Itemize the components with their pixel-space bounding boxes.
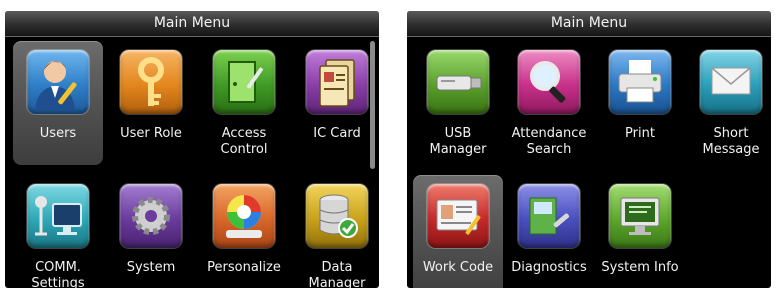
- menu-item-system-info[interactable]: System Info: [595, 175, 685, 288]
- scrollbar[interactable]: [370, 41, 375, 169]
- users-icon: [27, 50, 89, 114]
- diagnostics-icon: [518, 184, 580, 248]
- id-card-icon: [427, 184, 489, 248]
- menu-item-personalize[interactable]: Personalize: [199, 175, 289, 288]
- system-info-icon: [609, 184, 671, 248]
- database-icon: [306, 184, 368, 248]
- menu-item-ic-card[interactable]: IC Card: [292, 41, 379, 165]
- printer-icon: [609, 50, 671, 114]
- key-icon: [120, 50, 182, 114]
- menu-item-label: IC Card: [313, 126, 361, 141]
- menu-item-user-role[interactable]: User Role: [106, 41, 196, 165]
- network-icon: [27, 184, 89, 248]
- menu-item-diagnostics[interactable]: Diagnostics: [504, 175, 594, 288]
- menu-item-label: Access Control: [220, 126, 268, 157]
- menu-item-label: Short Message: [702, 126, 760, 157]
- ic-card-icon: [306, 50, 368, 114]
- menu-item-data-manager[interactable]: Data Manager: [292, 175, 379, 288]
- menu-item-usb-manager[interactable]: USB Manager: [413, 41, 503, 165]
- menu-item-label: System Info: [601, 260, 679, 275]
- title-bar: Main Menu: [5, 11, 379, 37]
- access-control-icon: [213, 50, 275, 114]
- menu-item-access-control[interactable]: Access Control: [199, 41, 289, 165]
- menu-item-work-code[interactable]: Work Code: [413, 175, 503, 288]
- menu-item-label: Diagnostics: [511, 260, 587, 275]
- menu-item-label: User Role: [120, 126, 182, 141]
- menu-item-label: System: [126, 260, 176, 275]
- menu-item-label: Personalize: [207, 260, 281, 275]
- menu-item-label: Users: [39, 126, 77, 141]
- right-screen: Main Menu USB Manager Attendance Search: [407, 11, 771, 288]
- menu-item-label: Data Manager: [308, 260, 366, 288]
- menu-item-label: USB Manager: [429, 126, 487, 157]
- menu-item-label: COMM. Settings: [31, 260, 85, 288]
- menu-item-users[interactable]: Users: [13, 41, 103, 165]
- menu-item-system[interactable]: System: [106, 175, 196, 288]
- title-bar: Main Menu: [407, 11, 771, 37]
- usb-drive-icon: [427, 50, 489, 114]
- envelope-icon: [700, 50, 762, 114]
- left-screen: Main Menu Users User Role Access Control…: [5, 11, 379, 288]
- menu-item-attendance-search[interactable]: Attendance Search: [504, 41, 594, 165]
- menu-item-short-message[interactable]: Short Message: [686, 41, 771, 165]
- menu-item-label: Work Code: [422, 260, 494, 275]
- menu-item-comm-settings[interactable]: COMM. Settings: [13, 175, 103, 288]
- menu-item-label: Attendance Search: [511, 126, 587, 157]
- menu-item-print[interactable]: Print: [595, 41, 685, 165]
- gear-icon: [120, 184, 182, 248]
- menu-item-label: Print: [625, 126, 655, 141]
- magnifier-icon: [518, 50, 580, 114]
- color-wheel-icon: [213, 184, 275, 248]
